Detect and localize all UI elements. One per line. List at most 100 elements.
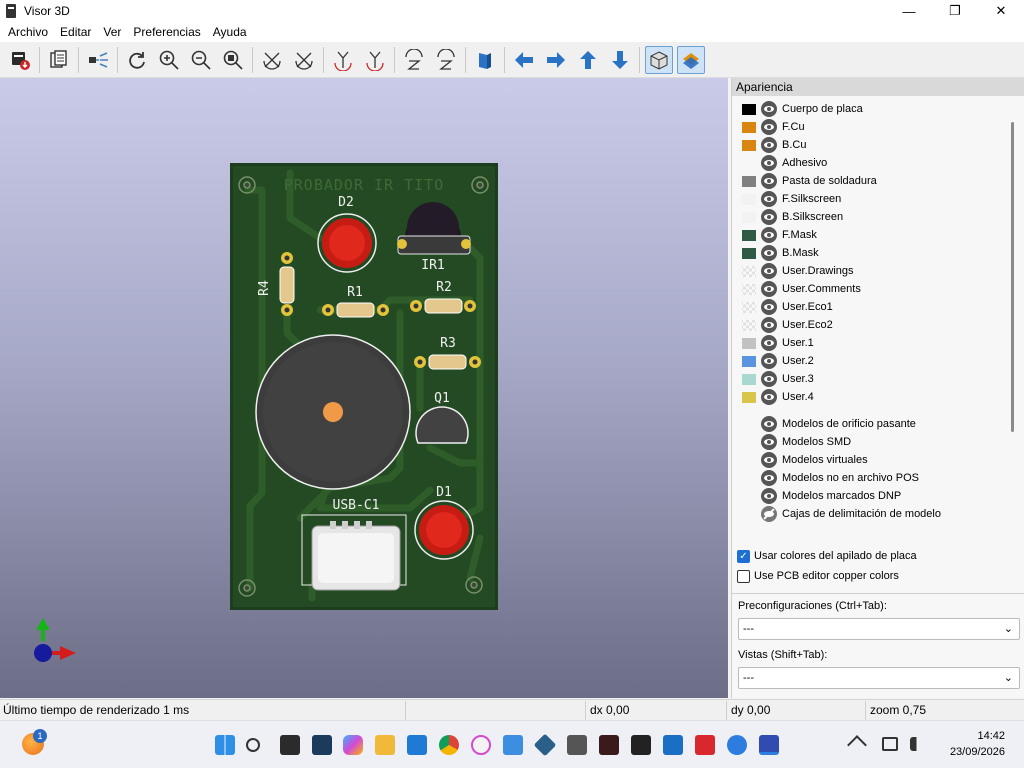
eye-icon[interactable] — [761, 245, 777, 261]
color-swatch[interactable] — [742, 319, 756, 331]
eye-icon[interactable] — [761, 191, 777, 207]
layer-row-b-silk[interactable]: B.Silkscreen — [732, 208, 1022, 226]
minimize-button[interactable]: — — [886, 0, 932, 22]
copy-icon[interactable] — [45, 46, 73, 74]
color-swatch[interactable] — [742, 121, 756, 133]
layer-row-paste[interactable]: Pasta de soldadura — [732, 172, 1022, 190]
rotate-x-ccw-icon[interactable] — [290, 46, 318, 74]
eye-icon[interactable] — [761, 470, 777, 486]
menu-editar[interactable]: Editar — [54, 25, 97, 39]
app-square-icon[interactable] — [663, 735, 683, 755]
color-swatch[interactable] — [742, 355, 756, 367]
zoom-out-icon[interactable] — [187, 46, 215, 74]
color-swatch[interactable] — [742, 247, 756, 259]
layer-row-b-cu[interactable]: B.Cu — [732, 136, 1022, 154]
layers-icon[interactable] — [677, 45, 705, 74]
zoom-fit-icon[interactable] — [219, 46, 247, 74]
color-swatch[interactable] — [742, 373, 756, 385]
eye-icon[interactable] — [761, 353, 777, 369]
move-right-icon[interactable] — [542, 46, 570, 74]
kicad-icon[interactable] — [759, 735, 779, 755]
raytrace-icon[interactable] — [84, 46, 112, 74]
zoom-in-icon[interactable] — [155, 46, 183, 74]
menu-archivo[interactable]: Archivo — [2, 25, 54, 39]
eye-icon[interactable] — [761, 416, 777, 432]
eye-icon[interactable] — [761, 371, 777, 387]
ortho-icon[interactable] — [645, 45, 673, 74]
reload-icon[interactable] — [123, 46, 151, 74]
eye-icon[interactable] — [761, 434, 777, 450]
chevron-up-icon[interactable] — [847, 735, 867, 755]
layer-row-user-3[interactable]: User.3 — [732, 370, 1022, 388]
views-dropdown[interactable]: --- ⌄ — [738, 667, 1020, 689]
layer-list-scrollbar[interactable] — [1011, 122, 1014, 432]
layer-row-user-drawings[interactable]: User.Drawings — [732, 262, 1022, 280]
stackup-colors-checkbox[interactable]: ✓ — [737, 549, 750, 563]
model-row-virtual[interactable]: Modelos virtuales — [732, 451, 1022, 469]
eye-icon[interactable] — [761, 209, 777, 225]
close-button[interactable]: ✕ — [978, 0, 1024, 22]
stackup-colors-option[interactable]: ✓ Usar colores del apilado de placa — [737, 546, 917, 566]
layer-row-user-1[interactable]: User.1 — [732, 334, 1022, 352]
app-bird-icon[interactable] — [631, 735, 651, 755]
volume-icon[interactable] — [910, 737, 926, 751]
presets-dropdown[interactable]: --- ⌄ — [738, 618, 1020, 640]
color-swatch[interactable] — [742, 158, 756, 169]
rotate-y-cw-icon[interactable] — [329, 46, 357, 74]
layer-row-user-2[interactable]: User.2 — [732, 352, 1022, 370]
move-left-icon[interactable] — [510, 46, 538, 74]
eye-icon[interactable] — [761, 281, 777, 297]
flip-board-icon[interactable] — [471, 46, 499, 74]
maximize-button[interactable]: ❐ — [932, 0, 978, 22]
eye-icon[interactable] — [761, 101, 777, 117]
pcb-copper-checkbox[interactable] — [737, 569, 750, 583]
rotate-y-ccw-icon[interactable] — [361, 46, 389, 74]
eye-icon[interactable] — [761, 488, 777, 504]
store-icon[interactable] — [407, 735, 427, 755]
eye-icon[interactable] — [761, 137, 777, 153]
task-view-icon[interactable] — [280, 735, 300, 755]
color-swatch[interactable] — [742, 283, 756, 295]
hidden-icon[interactable] — [761, 506, 777, 522]
eye-icon[interactable] — [761, 317, 777, 333]
layer-row-board-body[interactable]: Cuerpo de placa — [732, 100, 1022, 118]
model-row-bbox[interactable]: Cajas de delimitación de modelo — [732, 505, 1022, 523]
layer-row-user-comments[interactable]: User.Comments — [732, 280, 1022, 298]
color-swatch[interactable] — [742, 139, 756, 151]
layer-row-user-eco1[interactable]: User.Eco1 — [732, 298, 1022, 316]
pcb-copper-option[interactable]: Use PCB editor copper colors — [737, 566, 917, 586]
layer-row-user-eco2[interactable]: User.Eco2 — [732, 316, 1022, 334]
3d-viewport[interactable]: PROBADOR IR TITO D2 IR1 R4 R1 R2 R3 Q1 D… — [0, 78, 728, 698]
model-row-dnp[interactable]: Modelos marcados DNP — [732, 487, 1022, 505]
app-prg-icon[interactable] — [503, 735, 523, 755]
color-swatch[interactable] — [742, 391, 756, 403]
app-blue-circle-icon[interactable] — [727, 735, 747, 755]
eye-icon[interactable] — [761, 263, 777, 279]
eye-icon[interactable] — [761, 452, 777, 468]
menu-ver[interactable]: Ver — [97, 25, 127, 39]
menu-ayuda[interactable]: Ayuda — [207, 25, 253, 39]
start-icon[interactable] — [215, 735, 235, 755]
app-icon-1[interactable] — [312, 735, 332, 755]
rotate-z-ccw-icon[interactable] — [432, 46, 460, 74]
color-swatch[interactable] — [742, 103, 756, 115]
color-swatch[interactable] — [742, 265, 756, 277]
color-swatch[interactable] — [742, 175, 756, 187]
app-red-icon[interactable] — [695, 735, 715, 755]
chrome-icon[interactable] — [439, 735, 459, 755]
copilot-icon[interactable] — [343, 735, 363, 755]
layer-row-user-4[interactable]: User.4 — [732, 388, 1022, 406]
layer-row-f-mask[interactable]: F.Mask — [732, 226, 1022, 244]
eye-icon[interactable] — [761, 299, 777, 315]
render-icon[interactable] — [6, 46, 34, 74]
move-down-icon[interactable] — [606, 46, 634, 74]
color-swatch[interactable] — [742, 229, 756, 241]
color-swatch[interactable] — [742, 301, 756, 313]
layer-row-b-mask[interactable]: B.Mask — [732, 244, 1022, 262]
network-icon[interactable] — [882, 737, 898, 751]
color-swatch[interactable] — [742, 337, 756, 349]
layer-row-adhesive[interactable]: Adhesivo — [732, 154, 1022, 172]
eye-icon[interactable] — [761, 173, 777, 189]
model-row-smd[interactable]: Modelos SMD — [732, 433, 1022, 451]
app-diamond-icon[interactable] — [533, 733, 557, 757]
